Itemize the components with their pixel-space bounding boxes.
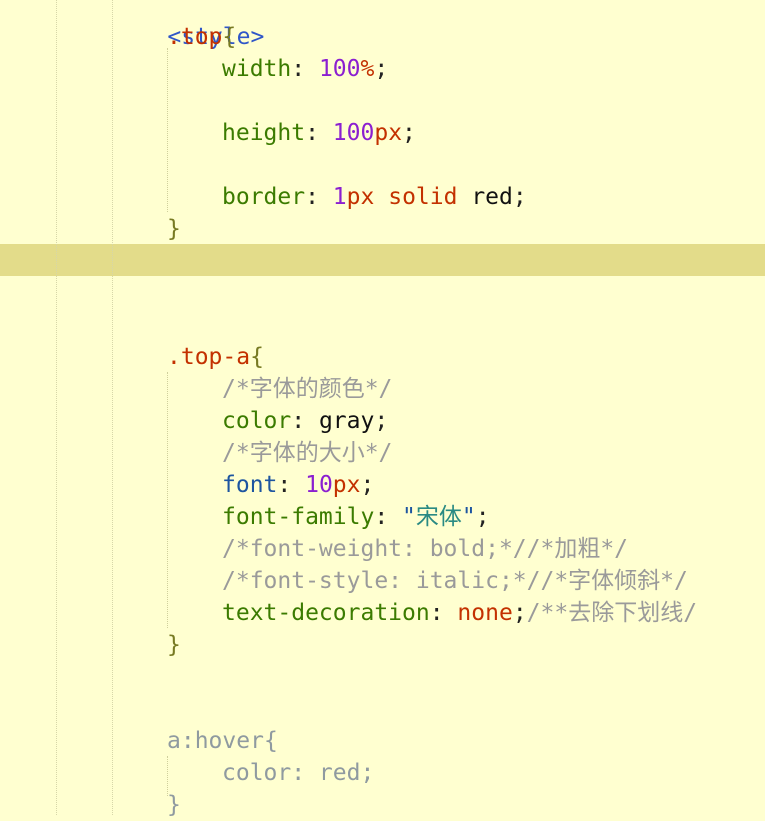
keyword-value: solid xyxy=(388,184,458,210)
code-line: color: red; xyxy=(222,757,374,789)
close-brace: } xyxy=(167,792,181,818)
indent-guide xyxy=(56,0,57,815)
property-name: border xyxy=(222,184,306,210)
unit: px xyxy=(346,184,375,210)
selector: .top-a xyxy=(167,344,251,370)
code-line: /*字体的颜色*/ xyxy=(222,373,392,405)
code-line: } xyxy=(167,629,181,661)
code-line: .top-a{ xyxy=(167,341,264,373)
code-line: } xyxy=(167,789,181,821)
comment: /*font-style: italic;*//*字体倾斜*/ xyxy=(222,568,688,594)
code-line: .top{ xyxy=(167,21,236,53)
selector: .top xyxy=(167,24,223,50)
property-name: font-family xyxy=(222,504,375,530)
comment: /*字体的大小*/ xyxy=(222,440,393,466)
comment: /**去除下划线/ xyxy=(526,600,698,626)
open-brace: { xyxy=(263,728,278,754)
number-value: 100 xyxy=(318,56,361,82)
selector: a:hover xyxy=(167,728,264,754)
code-line: font: 10px; xyxy=(222,472,375,498)
comment: /*font-weight: bold;*//*加粗*/ xyxy=(222,536,629,562)
code-line: text-decoration: none;/**去除下划线/ xyxy=(222,600,698,626)
number-value: 10 xyxy=(305,472,333,498)
keyword-value: none xyxy=(457,600,513,626)
close-brace: } xyxy=(167,216,181,242)
close-brace: } xyxy=(167,632,181,658)
code-line: <style> xyxy=(112,0,264,50)
indent-guide xyxy=(167,48,168,212)
color-value: red xyxy=(471,184,513,210)
code-line: color: gray; xyxy=(222,408,389,434)
code-line: border: 1px solid red; xyxy=(222,184,527,210)
property-name: font xyxy=(222,472,278,498)
open-brace: { xyxy=(250,344,264,370)
code-line: /*font-weight: bold;*//*加粗*/ xyxy=(222,533,628,565)
open-brace: { xyxy=(222,24,237,50)
code-line: height: 100px; xyxy=(222,120,416,146)
property-name: color xyxy=(222,408,292,434)
current-line-highlight xyxy=(0,244,765,276)
unit: px xyxy=(374,120,403,146)
code-line: width: 100%; xyxy=(222,56,389,82)
unit: px xyxy=(332,472,361,498)
property-name: text-decoration xyxy=(222,600,430,626)
unit: % xyxy=(360,56,375,82)
code-line: font-family: "宋体"; xyxy=(222,504,490,530)
property-name: width xyxy=(222,56,292,82)
code-line: /*字体的大小*/ xyxy=(222,437,392,469)
number-value: 100 xyxy=(332,120,375,146)
string-value: 宋体 xyxy=(415,504,462,530)
color-value: gray xyxy=(318,408,375,434)
property-name: height xyxy=(222,120,306,146)
code-line: a:hover{ xyxy=(167,725,278,757)
number-value: 1 xyxy=(332,184,347,210)
declaration: color: red; xyxy=(222,760,375,786)
comment: /*字体的颜色*/ xyxy=(222,376,393,402)
code-line: /*font-style: italic;*//*字体倾斜*/ xyxy=(222,565,688,597)
indent-guide xyxy=(112,0,113,815)
code-line: } xyxy=(167,213,181,245)
indent-guide xyxy=(167,372,168,628)
